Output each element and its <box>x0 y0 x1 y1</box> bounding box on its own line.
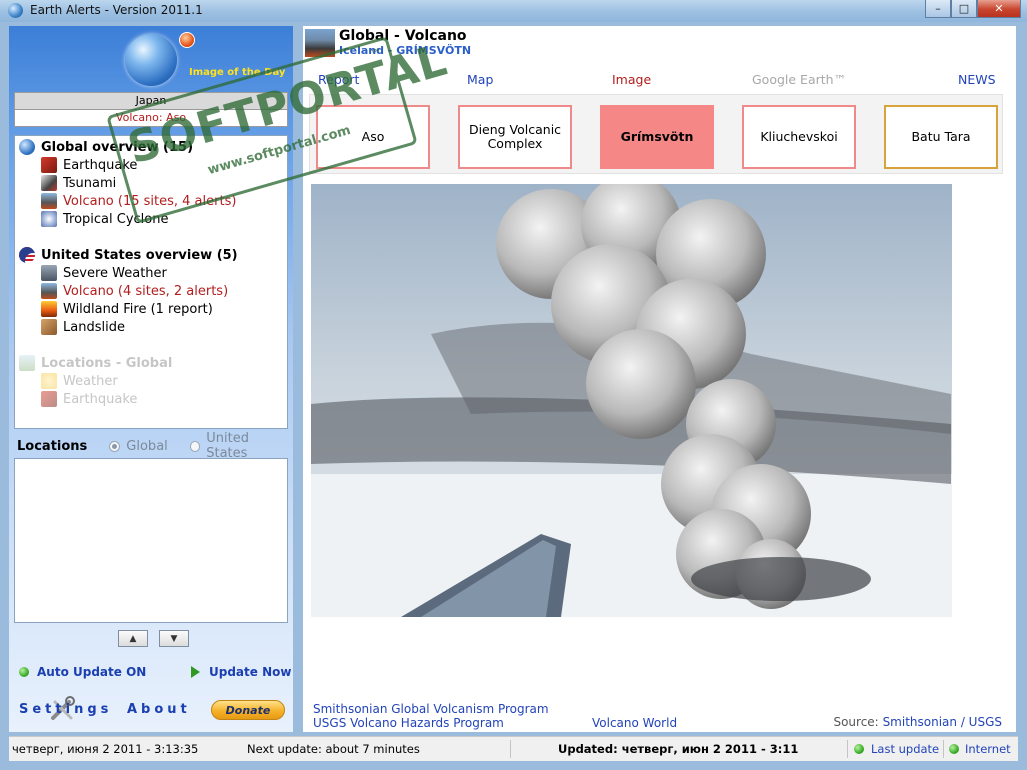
status-next-update: Next update: about 7 minutes <box>247 742 420 756</box>
volcano-button-kliuchevskoi[interactable]: Kliuchevskoi <box>742 105 856 169</box>
window-controls: – □ ✕ <box>925 0 1021 18</box>
tree-group-us[interactable]: United States overview (5) <box>19 246 287 264</box>
tab-news[interactable]: NEWS <box>958 72 996 87</box>
fire-icon <box>41 301 57 317</box>
volcano-icon <box>41 283 57 299</box>
volcano-icon <box>41 193 57 209</box>
tsunami-icon <box>41 175 57 191</box>
tree-group-label: Locations - Global <box>41 355 173 371</box>
earthquake-icon <box>41 391 57 407</box>
alert-dot-icon <box>179 32 195 48</box>
tab-map[interactable]: Map <box>467 72 493 87</box>
locations-list[interactable] <box>14 458 288 623</box>
landslide-icon <box>41 319 57 335</box>
minimize-button[interactable]: – <box>925 0 951 18</box>
volcano-button-batu-tara[interactable]: Batu Tara <box>884 105 998 169</box>
source-attribution: Source: Smithsonian / USGS <box>833 715 1002 729</box>
volcano-button-dieng[interactable]: Dieng Volcanic Complex <box>458 105 572 169</box>
update-now-button[interactable]: Update Now <box>191 665 291 679</box>
update-now-label: Update Now <box>209 665 292 679</box>
app-globe-icon <box>8 3 23 18</box>
tree-item-label: Landslide <box>63 319 125 335</box>
close-button[interactable]: ✕ <box>977 0 1021 18</box>
last-update-led-icon <box>854 744 864 754</box>
internet-led-icon <box>949 744 959 754</box>
tree-group-locations: Locations - Global <box>19 354 287 372</box>
tree-item-label: Severe Weather <box>63 265 167 281</box>
auto-update-toggle[interactable]: Auto Update ON <box>19 665 146 679</box>
page-title: Global - Volcano <box>339 28 467 44</box>
tab-google-earth[interactable]: Google Earth™ <box>752 72 846 87</box>
tree-item-label: Volcano (4 sites, 2 alerts) <box>63 283 229 299</box>
tree-group-label: United States overview (5) <box>41 247 238 263</box>
volcano-button-grimsvotn[interactable]: Grímsvötn <box>600 105 714 169</box>
earthquake-icon <box>41 157 57 173</box>
title-bar[interactable]: Earth Alerts - Version 2011.1 – □ ✕ <box>0 0 1027 23</box>
locations-label: Locations <box>17 438 88 454</box>
tree-item-wildland-fire[interactable]: Wildland Fire (1 report) <box>19 300 287 318</box>
move-down-button[interactable]: ▼ <box>159 630 189 647</box>
status-led-icon <box>19 667 29 677</box>
severe-weather-icon <box>41 265 57 281</box>
tree-item-label: Wildland Fire (1 report) <box>63 301 213 317</box>
last-update-link[interactable]: Last update <box>871 742 939 756</box>
play-icon <box>191 666 200 678</box>
tree-item-us-volcano[interactable]: Volcano (4 sites, 2 alerts) <box>19 282 287 300</box>
about-button[interactable]: About <box>127 702 191 717</box>
tab-image[interactable]: Image <box>612 72 651 87</box>
tree-item-label: Earthquake <box>63 391 138 407</box>
status-current-time: четверг, июня 2 2011 - 3:13:35 <box>12 742 199 756</box>
tree-item-landslide[interactable]: Landslide <box>19 318 287 336</box>
us-flag-icon <box>19 247 35 263</box>
up-arrow-icon: ▲ <box>129 633 137 644</box>
tree-item-label: Weather <box>63 373 118 389</box>
radio-selected-icon <box>109 440 121 452</box>
radio-united-states[interactable]: United States <box>189 431 289 461</box>
window-title: Earth Alerts - Version 2011.1 <box>30 3 203 17</box>
tree-item-severe-weather[interactable]: Severe Weather <box>19 264 287 282</box>
link-volcano-world[interactable]: Volcano World <box>592 716 677 730</box>
source-link[interactable]: Smithsonian / USGS <box>883 715 1002 729</box>
link-usgs-vhp[interactable]: USGS Volcano Hazards Program <box>313 716 504 730</box>
auto-update-label: Auto Update ON <box>37 665 147 679</box>
locations-header: Locations Global United States <box>17 431 289 461</box>
tree-item-weather: Weather <box>19 372 287 390</box>
radio-label: Global <box>126 438 168 454</box>
maximize-button[interactable]: □ <box>951 0 977 18</box>
weather-icon <box>41 373 57 389</box>
globe-icon <box>19 139 35 155</box>
radio-global[interactable]: Global <box>109 438 168 454</box>
link-smithsonian-gvp[interactable]: Smithsonian Global Volcanism Program <box>313 702 549 716</box>
move-up-button[interactable]: ▲ <box>118 630 148 647</box>
radio-label: United States <box>206 431 249 461</box>
donate-button[interactable]: Donate <box>211 700 285 720</box>
globe-icon[interactable] <box>125 34 177 86</box>
radio-unselected-icon <box>189 440 201 452</box>
status-updated: Updated: четверг, июн 2 2011 - 3:11 <box>558 742 799 756</box>
settings-button[interactable]: Settings <box>19 702 112 717</box>
internet-link[interactable]: Internet <box>965 742 1011 756</box>
volcano-eruption-photo[interactable] <box>311 184 952 617</box>
source-label: Source: <box>833 715 879 729</box>
status-bar: четверг, июня 2 2011 - 3:13:35 Next upda… <box>9 736 1018 761</box>
tree-item-label: Tsunami <box>63 175 117 191</box>
cyclone-icon <box>41 211 57 227</box>
down-arrow-icon: ▼ <box>170 633 178 644</box>
tree-item-location-earthquake: Earthquake <box>19 390 287 408</box>
landscape-icon <box>19 355 35 371</box>
